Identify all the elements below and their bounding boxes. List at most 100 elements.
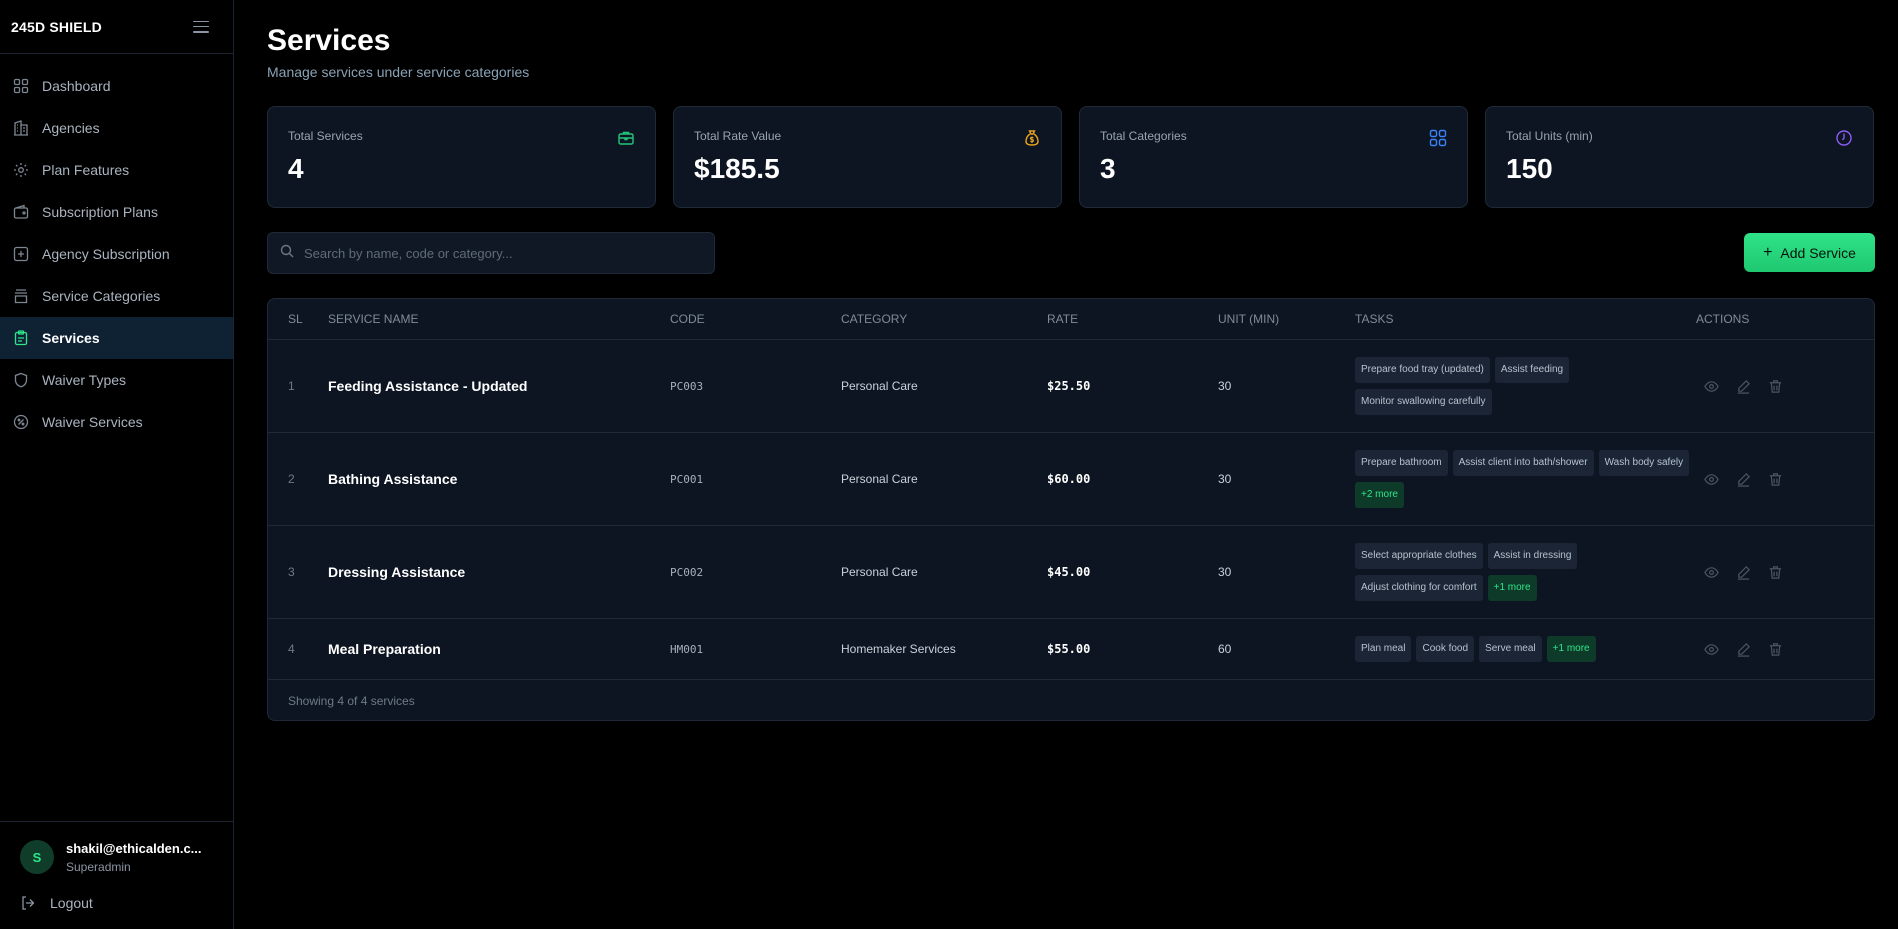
row-unit: 30 <box>1218 472 1232 486</box>
sidebar-item-subscription-plans[interactable]: Subscription Plans <box>0 191 233 233</box>
sidebar: 245D SHIELD Dashboard Agencies Plan Feat… <box>0 0 234 929</box>
row-sl: 3 <box>288 565 295 579</box>
task-tag: Plan meal <box>1355 636 1412 662</box>
view-icon[interactable] <box>1702 563 1720 581</box>
sidebar-item-services[interactable]: Services <box>0 317 233 359</box>
services-table: SL SERVICE NAME CODE CATEGORY RATE UNIT … <box>267 298 1875 721</box>
edit-icon[interactable] <box>1734 640 1752 658</box>
search-icon <box>280 244 294 263</box>
more-tasks-badge[interactable]: +1 more <box>1546 636 1596 662</box>
row-category: Homemaker Services <box>841 642 956 656</box>
user-email: shakil@ethicalden.c... <box>66 840 202 856</box>
delete-icon[interactable] <box>1766 563 1784 581</box>
view-icon[interactable] <box>1702 640 1720 658</box>
sidebar-item-agency-subscription[interactable]: Agency Subscription <box>0 233 233 275</box>
row-rate: $45.00 <box>1047 565 1091 579</box>
stat-value: 4 <box>288 153 304 184</box>
logout-icon <box>20 894 38 912</box>
delete-icon[interactable] <box>1766 640 1784 658</box>
stat-card-total-categories: Total Categories 3 <box>1079 106 1468 208</box>
edit-icon[interactable] <box>1734 563 1752 581</box>
sidebar-item-service-categories[interactable]: Service Categories <box>0 275 233 317</box>
row-sl: 1 <box>288 379 295 393</box>
column-header-code: CODE <box>670 312 705 326</box>
logout-label: Logout <box>50 895 93 911</box>
row-service-name: Feeding Assistance - Updated <box>328 378 528 394</box>
edit-icon[interactable] <box>1734 470 1752 488</box>
wallet-icon <box>12 203 30 221</box>
row-category: Personal Care <box>841 379 918 393</box>
row-sl: 2 <box>288 472 295 486</box>
sidebar-item-label: Waiver Services <box>42 414 143 430</box>
plus-icon: + <box>1763 243 1773 261</box>
task-tag: Assist client into bath/shower <box>1452 450 1594 476</box>
stat-value: $185.5 <box>694 153 780 184</box>
sidebar-item-label: Agencies <box>42 120 100 136</box>
task-tag: Select appropriate clothes <box>1355 543 1483 569</box>
row-actions <box>1696 563 1856 581</box>
row-actions <box>1696 377 1856 395</box>
stat-value: 150 <box>1506 153 1553 184</box>
task-tag: Assist in dressing <box>1487 543 1578 569</box>
row-actions <box>1696 640 1856 658</box>
add-service-label: Add Service <box>1780 244 1856 261</box>
clipboard-icon <box>12 329 30 347</box>
sidebar-item-label: Service Categories <box>42 288 161 304</box>
row-tasks: Plan meal Cook food Serve meal +1 more <box>1355 636 1696 662</box>
search-input[interactable] <box>304 245 684 261</box>
column-header-rate: RATE <box>1047 312 1079 326</box>
sidebar-item-waiver-services[interactable]: Waiver Services <box>0 401 233 443</box>
add-service-button[interactable]: + Add Service <box>1744 233 1875 272</box>
column-header-sl: SL <box>288 312 303 326</box>
view-icon[interactable] <box>1702 470 1720 488</box>
stat-label: Total Services <box>288 129 363 143</box>
view-icon[interactable] <box>1702 377 1720 395</box>
table-row[interactable]: 2 Bathing Assistance PC001 Personal Care… <box>268 433 1874 526</box>
table-row[interactable]: 3 Dressing Assistance PC002 Personal Car… <box>268 526 1874 619</box>
task-tag: Monitor swallowing carefully <box>1355 389 1492 415</box>
row-actions <box>1696 470 1856 488</box>
stat-label: Total Units (min) <box>1506 129 1593 143</box>
task-tag: Cook food <box>1416 636 1475 662</box>
row-rate: $25.50 <box>1047 379 1091 393</box>
menu-icon[interactable] <box>193 20 209 33</box>
logout-button[interactable]: Logout <box>20 894 93 912</box>
building-icon <box>12 119 30 137</box>
row-sl: 4 <box>288 642 295 656</box>
sidebar-item-plan-features[interactable]: Plan Features <box>0 149 233 191</box>
task-tag: Prepare food tray (updated) <box>1355 357 1490 383</box>
sidebar-item-label: Plan Features <box>42 162 130 178</box>
sidebar-item-label: Subscription Plans <box>42 204 158 220</box>
more-tasks-badge[interactable]: +2 more <box>1355 482 1404 508</box>
brand-logo: 245D SHIELD <box>11 18 102 35</box>
task-tag: Adjust clothing for comfort <box>1355 575 1483 601</box>
stat-card-total-services: Total Services 4 <box>267 106 656 208</box>
edit-icon[interactable] <box>1734 377 1752 395</box>
badge-percent-icon <box>12 413 30 431</box>
task-tag: Serve meal <box>1479 636 1542 662</box>
sidebar-item-dashboard[interactable]: Dashboard <box>0 65 233 107</box>
row-tasks: Select appropriate clothes Assist in dre… <box>1355 543 1696 601</box>
row-tasks: Prepare bathroom Assist client into bath… <box>1355 450 1696 508</box>
user-role: Superadmin <box>66 859 131 874</box>
grid-icon <box>1429 129 1447 147</box>
row-code: PC002 <box>670 565 704 579</box>
delete-icon[interactable] <box>1766 377 1784 395</box>
sidebar-item-label: Dashboard <box>42 78 111 94</box>
task-tag: Prepare bathroom <box>1355 450 1448 476</box>
briefcase-icon <box>617 129 635 147</box>
sidebar-item-waiver-types[interactable]: Waiver Types <box>0 359 233 401</box>
delete-icon[interactable] <box>1766 470 1784 488</box>
column-header-tasks: TASKS <box>1355 312 1394 326</box>
user-profile[interactable]: S shakil@ethicalden.c... Superadmin <box>20 840 202 874</box>
row-unit: 60 <box>1218 642 1232 656</box>
table-row[interactable]: 4 Meal Preparation HM001 Homemaker Servi… <box>268 619 1874 680</box>
row-service-name: Meal Preparation <box>328 641 441 657</box>
sidebar-item-agencies[interactable]: Agencies <box>0 107 233 149</box>
stat-label: Total Rate Value <box>694 129 782 143</box>
column-header-category: CATEGORY <box>841 312 908 326</box>
layers-icon <box>12 287 30 305</box>
row-unit: 30 <box>1218 379 1232 393</box>
table-row[interactable]: 1 Feeding Assistance - Updated PC003 Per… <box>268 340 1874 433</box>
more-tasks-badge[interactable]: +1 more <box>1487 575 1537 601</box>
